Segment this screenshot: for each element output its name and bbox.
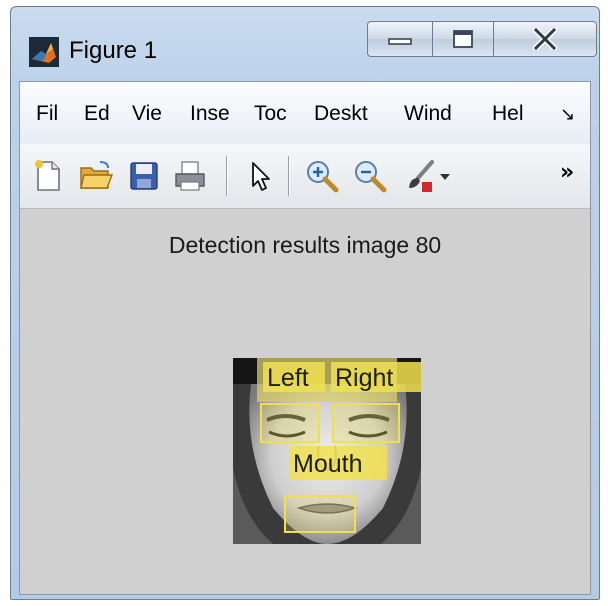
left-eye-detection-box xyxy=(260,403,320,443)
zoom-out-icon[interactable] xyxy=(352,158,388,194)
mouth-detection-box xyxy=(284,495,356,533)
close-icon xyxy=(533,28,557,50)
brush-icon[interactable] xyxy=(402,158,438,194)
open-folder-icon[interactable] xyxy=(78,158,114,194)
menu-bar: Fil Ed Vie Inse Toc Deskt Wind Hel ↘ xyxy=(20,82,590,145)
left-eye-label: Left xyxy=(267,364,309,392)
print-icon[interactable] xyxy=(172,158,208,194)
toolbar: » xyxy=(20,144,590,209)
zoom-in-icon[interactable] xyxy=(304,158,340,194)
matlab-icon xyxy=(29,37,59,67)
close-button[interactable] xyxy=(493,21,597,57)
figure-window: Figure 1 Fil Ed Vie Inse Toc Deskt Wind … xyxy=(10,6,600,600)
mouth-label: Mouth xyxy=(293,450,362,478)
select-arrow-icon[interactable] xyxy=(242,158,278,194)
minimize-button[interactable] xyxy=(367,21,433,57)
detection-image[interactable]: Left Right Mouth xyxy=(233,358,421,544)
menu-view[interactable]: Vie xyxy=(132,102,162,126)
minimize-icon xyxy=(388,38,412,45)
menu-help[interactable]: Hel xyxy=(492,102,524,126)
brush-dropdown-icon[interactable] xyxy=(440,174,450,180)
maximize-icon xyxy=(453,30,473,48)
window-title: Figure 1 xyxy=(69,37,158,64)
title-bar[interactable]: Figure 1 xyxy=(11,7,599,81)
menu-edit[interactable]: Ed xyxy=(84,102,110,126)
toolbar-separator xyxy=(288,156,289,196)
menu-insert[interactable]: Inse xyxy=(190,102,230,126)
toolbar-separator xyxy=(226,156,227,196)
right-eye-detection-box xyxy=(332,403,400,443)
menu-window[interactable]: Wind xyxy=(404,102,452,126)
right-eye-label: Right xyxy=(335,364,393,392)
maximize-button[interactable] xyxy=(432,21,494,57)
menu-tools[interactable]: Toc xyxy=(254,102,287,126)
menu-desktop[interactable]: Deskt xyxy=(314,102,368,126)
new-file-icon[interactable] xyxy=(30,158,66,194)
toolbar-overflow-icon[interactable]: » xyxy=(560,160,574,185)
menu-file[interactable]: Fil xyxy=(36,102,58,126)
figure-client-area: Fil Ed Vie Inse Toc Deskt Wind Hel ↘ » D… xyxy=(19,81,591,595)
menu-overflow-icon[interactable]: ↘ xyxy=(560,104,575,125)
save-icon[interactable] xyxy=(126,158,162,194)
plot-title: Detection results image 80 xyxy=(168,232,442,258)
